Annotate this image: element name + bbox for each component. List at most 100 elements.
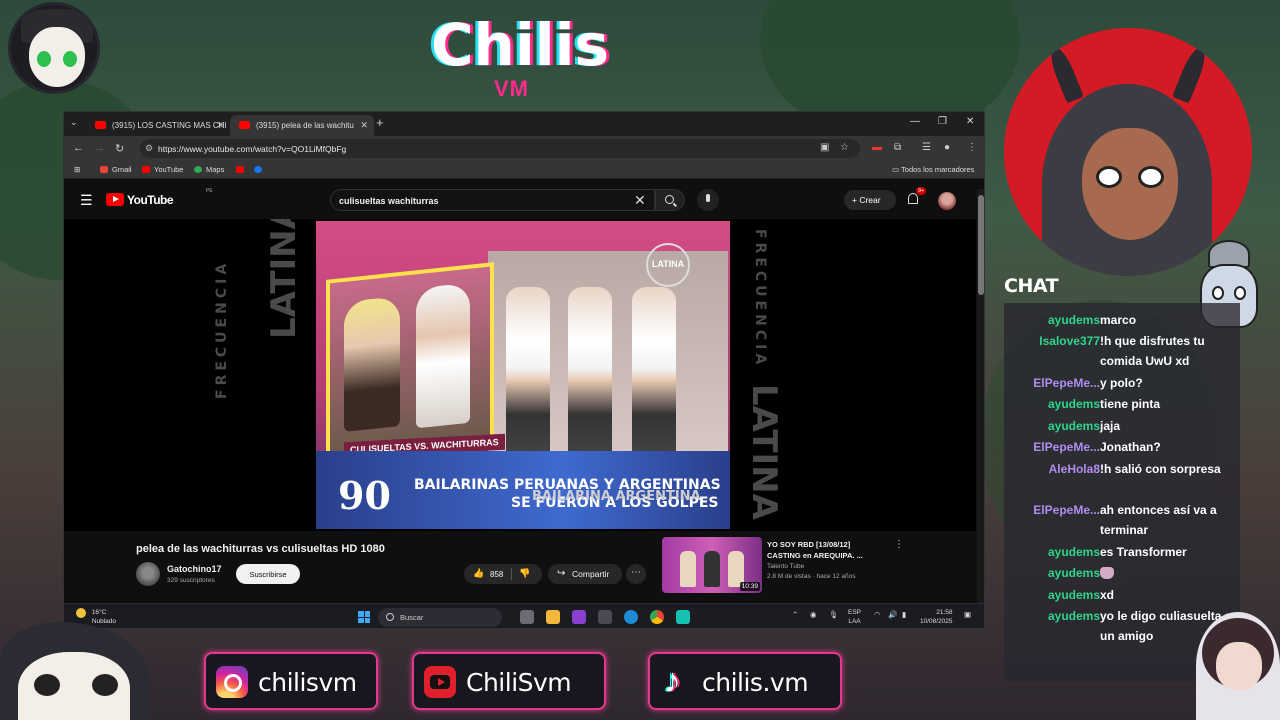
recommended-menu-icon[interactable]: ⋮ bbox=[894, 539, 904, 550]
weather-condition: Nublado bbox=[91, 618, 117, 625]
chat-username: ElPepeMe... bbox=[1033, 376, 1100, 390]
wifi-icon[interactable]: ◠ bbox=[874, 610, 881, 619]
bookmark-facebook[interactable] bbox=[254, 165, 266, 174]
chat-panel: ayudems marco Isalove377 !h que disfrute… bbox=[1004, 303, 1240, 681]
video-player[interactable]: FRECUENCIA LATINA FRECUENCIA LATINA LATI… bbox=[64, 219, 976, 531]
side-brand-small-right: FRECUENCIA bbox=[752, 229, 768, 369]
taskbar-search[interactable]: Buscar bbox=[378, 608, 502, 627]
avatar-face bbox=[1082, 128, 1178, 240]
hamburger-menu-icon[interactable]: ☰ bbox=[80, 192, 93, 209]
search-button[interactable] bbox=[655, 189, 685, 211]
social-label: chilis.vm bbox=[702, 668, 809, 697]
bookmark-gmail[interactable]: Gmail bbox=[100, 165, 132, 174]
recommended-title[interactable]: YO SOY RBD [13/08/12] CASTING en AREQUIP… bbox=[767, 539, 877, 561]
tray-app-icon[interactable]: ◉ bbox=[810, 610, 817, 619]
menu-icon[interactable]: ⋮ bbox=[967, 142, 977, 153]
chrome-icon[interactable] bbox=[650, 610, 664, 624]
social-youtube: ChiliSvm bbox=[412, 652, 606, 710]
media-icon[interactable]: ☰ bbox=[922, 142, 931, 153]
channel-name[interactable]: Gatochino17 bbox=[167, 564, 222, 574]
close-icon[interactable]: ✕ bbox=[216, 120, 224, 131]
windows-start-icon[interactable] bbox=[358, 611, 370, 623]
file-explorer-icon[interactable] bbox=[546, 610, 560, 624]
share-label: Compartir bbox=[572, 569, 610, 579]
recommended-thumbnail[interactable]: 10:39 bbox=[662, 537, 762, 593]
chat-text: y polo? bbox=[1100, 376, 1143, 390]
dislike-icon[interactable]: 👎 bbox=[519, 568, 530, 579]
thumbnail-figure bbox=[680, 551, 696, 587]
youtube-header: ☰ YouTube PE culisueltas wachiturras ✕ +… bbox=[64, 179, 984, 219]
search-icon bbox=[665, 195, 674, 204]
bookmark-youtube-icon-only[interactable] bbox=[236, 165, 248, 174]
new-tab-icon[interactable]: + bbox=[376, 115, 384, 130]
app-icon[interactable] bbox=[572, 610, 586, 624]
gmail-icon bbox=[100, 166, 108, 173]
subscribe-button[interactable]: Suscribirse bbox=[236, 564, 300, 584]
browser-window: ⌄ (3915) LOS CASTING MAS CHI ✕ (3915) pe… bbox=[63, 111, 985, 629]
extensions-icon[interactable]: ⧉ bbox=[894, 142, 901, 153]
tray-overflow-icon[interactable]: ⌃ bbox=[792, 610, 798, 619]
clock[interactable]: 21:58 10/08/2025 bbox=[920, 608, 953, 626]
all-bookmarks[interactable]: ▭ Todos los marcadores bbox=[892, 165, 974, 174]
edge-icon[interactable] bbox=[624, 610, 638, 624]
channel-avatar[interactable] bbox=[136, 562, 160, 586]
back-icon[interactable]: ← bbox=[73, 142, 84, 154]
avatar-eye bbox=[34, 674, 60, 696]
youtube-wordmark: YouTube bbox=[127, 193, 174, 207]
tab-casting[interactable]: (3915) LOS CASTING MAS CHI ✕ bbox=[86, 115, 230, 136]
folder-icon: ▭ bbox=[892, 165, 902, 174]
video-frame: LATINA CULISUELTAS VS. WACHITURRAS 90 BA… bbox=[316, 221, 730, 529]
weather-icon bbox=[76, 608, 86, 618]
minimize-icon[interactable]: — bbox=[910, 116, 920, 127]
battery-icon[interactable]: ▮ bbox=[902, 610, 906, 619]
inset-person bbox=[416, 282, 470, 429]
reload-icon[interactable]: ↻ bbox=[115, 142, 124, 155]
tab-search-icon[interactable]: ⌄ bbox=[70, 117, 78, 128]
app-icon[interactable] bbox=[598, 610, 612, 624]
install-icon[interactable]: ▣ bbox=[820, 142, 829, 153]
apps-grid-icon[interactable]: ⊞ bbox=[74, 165, 80, 174]
social-label: ChiliSvm bbox=[466, 668, 572, 697]
url-field[interactable]: ⚙ https://www.youtube.com/watch?v=QO1LiM… bbox=[140, 139, 860, 158]
notification-badge: 9+ bbox=[916, 187, 927, 195]
app-icon[interactable] bbox=[676, 610, 690, 624]
like-count[interactable]: 858 bbox=[490, 570, 503, 579]
extension-icon[interactable]: ▬ bbox=[872, 142, 882, 153]
bookmark-maps[interactable]: Maps bbox=[194, 165, 224, 174]
page-scrollbar[interactable] bbox=[977, 189, 984, 603]
notifications-icon[interactable]: ▣ bbox=[964, 610, 971, 619]
account-avatar[interactable] bbox=[938, 192, 956, 210]
like-icon[interactable]: 👍 bbox=[473, 568, 484, 579]
social-label: chilisvm bbox=[258, 668, 357, 697]
profile-icon[interactable]: ● bbox=[944, 142, 950, 153]
notifications-bell-icon[interactable] bbox=[908, 193, 918, 204]
streamer-avatar-bottomleft bbox=[0, 622, 150, 720]
forward-icon[interactable]: → bbox=[94, 142, 105, 154]
close-window-icon[interactable]: ✕ bbox=[966, 116, 974, 127]
voice-search-button[interactable] bbox=[697, 189, 719, 211]
language-indicator[interactable]: ESP LAA bbox=[848, 608, 861, 626]
volume-icon[interactable]: 🔊 bbox=[888, 610, 897, 619]
scroll-thumb[interactable] bbox=[978, 195, 984, 295]
bookmark-star-icon[interactable]: ☆ bbox=[840, 142, 849, 153]
recommended-channel[interactable]: Talento Tube bbox=[767, 563, 804, 570]
create-label: Crear bbox=[859, 195, 881, 205]
task-view-icon[interactable] bbox=[520, 610, 534, 624]
chat-text: marco bbox=[1100, 313, 1137, 327]
youtube-icon bbox=[424, 666, 456, 698]
taskbar-search-placeholder: Buscar bbox=[400, 613, 424, 622]
chat-title: CHAT bbox=[1004, 275, 1059, 297]
create-button[interactable]: + Crear bbox=[844, 190, 896, 210]
side-brand-big-right: LATINA bbox=[744, 384, 784, 520]
bookmark-label: YouTube bbox=[154, 165, 184, 174]
site-info-icon[interactable]: ⚙ bbox=[145, 143, 153, 154]
tab-pelea[interactable]: (3915) pelea de las wachitu ✕ bbox=[230, 115, 374, 136]
tray-mic-icon[interactable]: 🎙 bbox=[829, 610, 839, 619]
more-actions-icon[interactable]: ⋯ bbox=[626, 564, 646, 584]
clear-search-icon[interactable]: ✕ bbox=[634, 192, 646, 209]
maximize-icon[interactable]: ❐ bbox=[938, 116, 947, 127]
bookmark-youtube[interactable]: YouTube bbox=[142, 165, 183, 174]
close-icon[interactable]: ✕ bbox=[360, 120, 368, 131]
search-input[interactable]: culisueltas wachiturras bbox=[330, 189, 655, 211]
share-button[interactable]: ↪ Compartir bbox=[548, 564, 622, 584]
